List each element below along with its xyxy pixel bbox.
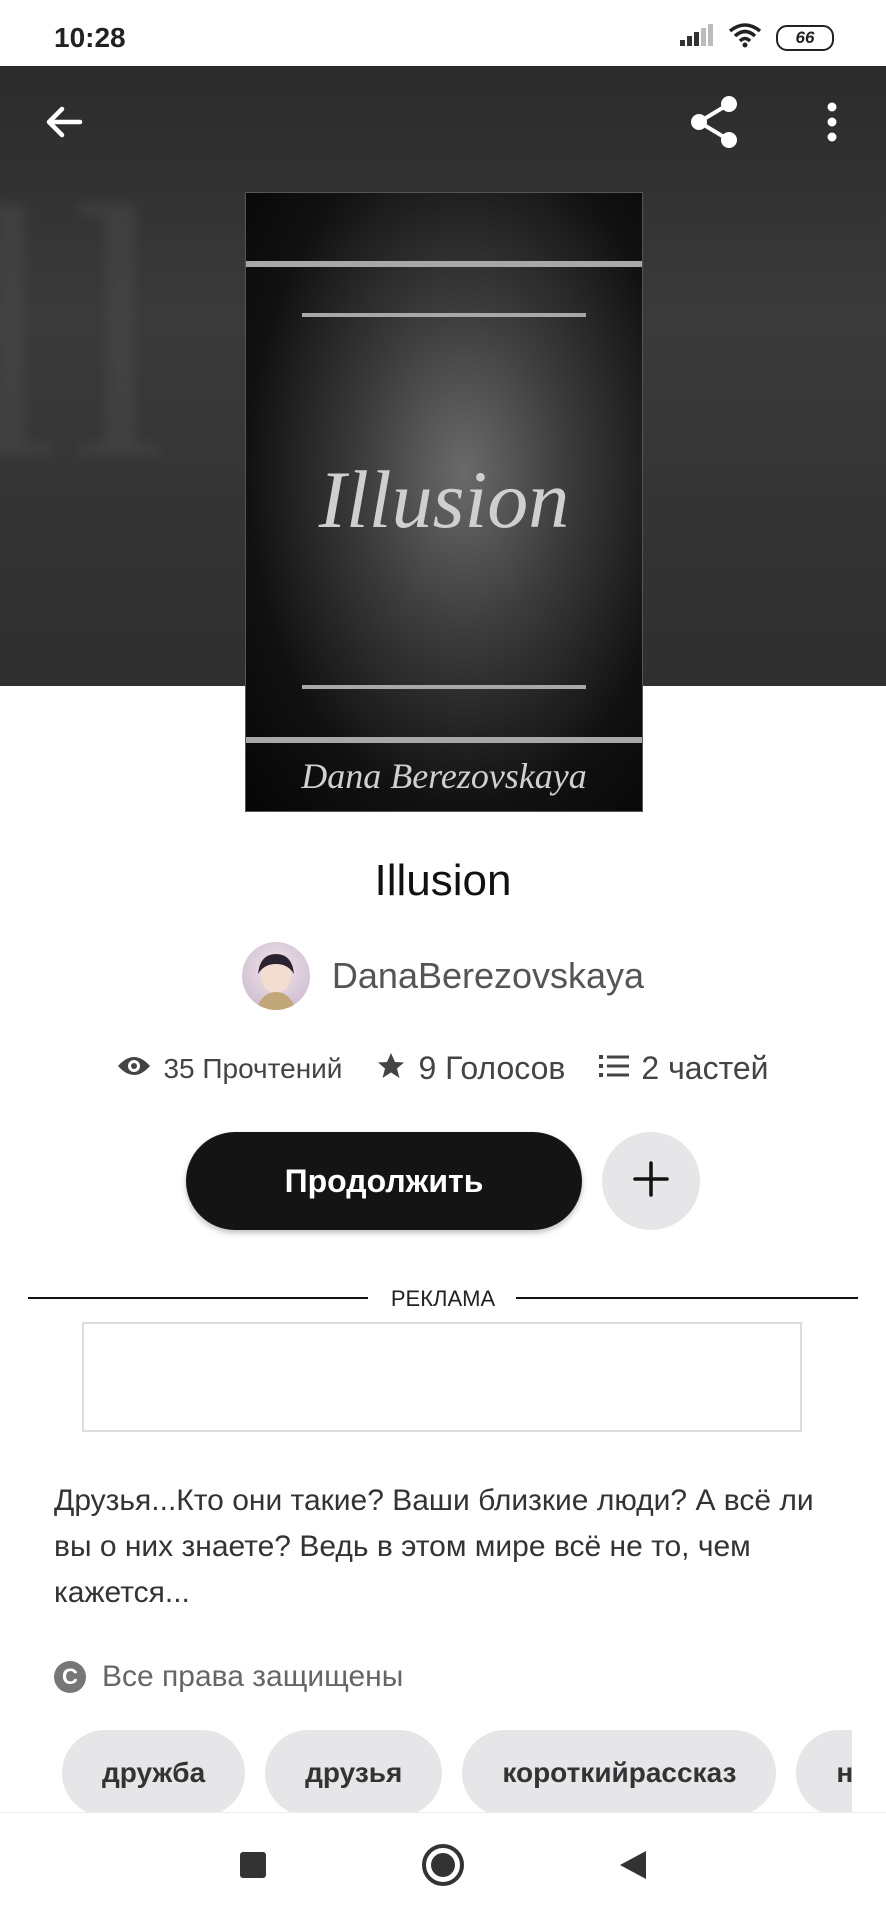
- votes-count: 9 Голосов: [418, 1050, 566, 1086]
- list-icon: [599, 1053, 630, 1084]
- continue-reading-button[interactable]: Продолжить: [186, 1132, 582, 1230]
- stat-parts: 2 частей: [599, 1050, 769, 1087]
- parts-count: 2 частей: [641, 1050, 769, 1086]
- triangle-back-icon: [618, 1849, 648, 1886]
- eye-icon: [117, 1054, 151, 1083]
- stat-reads: 35 Прочтений: [117, 1053, 342, 1085]
- story-stats: 35 Прочтений 9 Голосов 2 частей: [0, 1050, 886, 1087]
- status-time: 10:28: [54, 22, 126, 53]
- story-description: Друзья...Кто они такие? Ваши близкие люд…: [54, 1484, 814, 1609]
- wifi-icon: [728, 22, 762, 53]
- status-bar: 10:28 66: [0, 0, 886, 66]
- copyright-row: C Все права защищены: [54, 1660, 403, 1694]
- reads-count: 35 Прочтений: [163, 1052, 343, 1084]
- tag-chip[interactable]: друзья: [265, 1730, 443, 1816]
- share-icon: [687, 94, 743, 155]
- recent-apps-button[interactable]: [223, 1837, 283, 1897]
- plus-icon: [632, 1160, 670, 1203]
- cover-author: Dana Berezovskaya: [301, 756, 587, 796]
- share-button[interactable]: [679, 88, 751, 160]
- home-button[interactable]: [413, 1837, 473, 1897]
- copyright-text: Все права защищены: [102, 1660, 404, 1693]
- cover-line: [302, 313, 586, 317]
- stat-votes: 9 Голосов: [376, 1050, 565, 1087]
- back-nav-button[interactable]: [603, 1837, 663, 1897]
- battery-icon: 66: [776, 24, 834, 51]
- cover-line: [246, 737, 642, 743]
- tag-list: дружба друзья короткийрассказ не: [62, 1730, 852, 1820]
- tag-chip[interactable]: короткийрассказ: [462, 1730, 777, 1816]
- more-vertical-icon: [826, 102, 838, 147]
- status-icons: 66: [680, 22, 834, 53]
- square-icon: [239, 1851, 267, 1884]
- back-button[interactable]: [28, 88, 100, 160]
- circle-icon: [421, 1843, 465, 1892]
- author-link[interactable]: DanaBerezovskaya: [0, 942, 886, 1010]
- arrow-left-icon: [44, 102, 84, 147]
- tag-chip[interactable]: не: [796, 1730, 852, 1816]
- author-name[interactable]: DanaBerezovskaya: [332, 955, 644, 997]
- ad-label: РЕКЛАМА: [0, 1286, 886, 1312]
- avatar[interactable]: [241, 942, 310, 1010]
- star-icon: [376, 1051, 406, 1086]
- more-options-button[interactable]: [796, 88, 868, 160]
- add-to-library-button[interactable]: [602, 1132, 700, 1230]
- cover-line: [246, 261, 642, 267]
- cover-line: [302, 685, 586, 689]
- copyright-icon: C: [54, 1661, 86, 1693]
- signal-icon: [680, 24, 714, 51]
- book-cover[interactable]: Illusion Dana Berezovskaya: [245, 192, 643, 812]
- system-nav-bar: [0, 1812, 886, 1921]
- tag-chip[interactable]: дружба: [62, 1730, 246, 1816]
- ad-slot[interactable]: [82, 1322, 802, 1432]
- ad-label-text: РЕКЛАМА: [374, 1286, 512, 1311]
- cover-title: Illusion: [318, 454, 570, 545]
- story-title: Illusion: [374, 856, 512, 905]
